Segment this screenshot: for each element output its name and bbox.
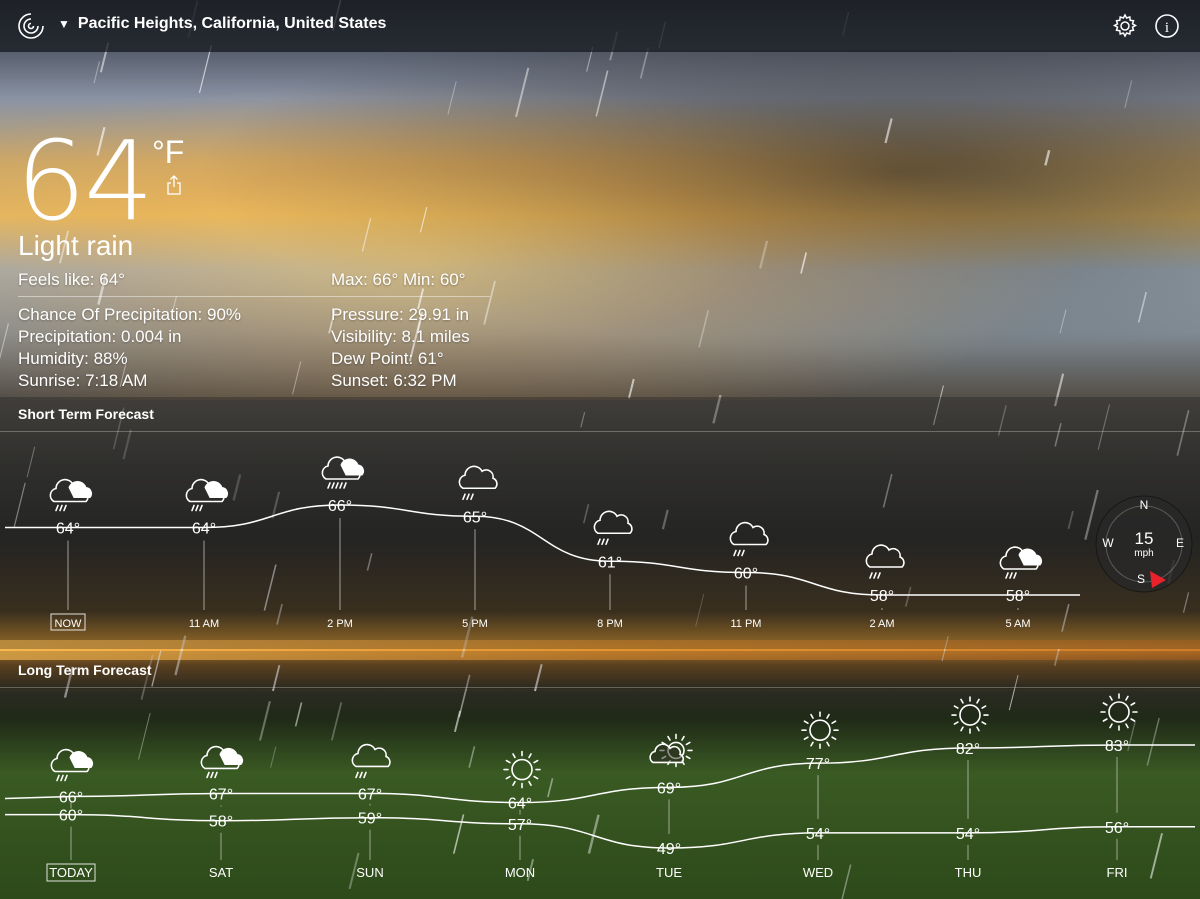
- short-term-temp-label: 64°: [192, 521, 216, 538]
- compass-s: S: [1137, 572, 1145, 586]
- detail-divider: [18, 296, 490, 297]
- precipitation: Precipitation: 0.004 in: [18, 327, 182, 346]
- low-temp-label: 54°: [806, 826, 830, 843]
- short-term-temp-label: 60°: [734, 566, 758, 583]
- short-term-time-label[interactable]: 2 AM: [869, 618, 894, 630]
- short-term-time-label[interactable]: 2 PM: [327, 618, 353, 630]
- cloud-sun-rain-icon: [999, 546, 1043, 579]
- day-label[interactable]: WED: [803, 865, 833, 880]
- svg-text:i: i: [1165, 20, 1169, 36]
- long-term-header: [0, 651, 1200, 689]
- short-term-temp-label: 58°: [870, 588, 894, 605]
- cloud-sun-heavy-rain-icon: [321, 456, 365, 489]
- humidity: Humidity: 88%: [18, 349, 128, 368]
- low-temp-label: 59°: [358, 811, 382, 828]
- short-term-chart[interactable]: 64° NOW 64° 11 AM 66° 2 PM 65° 5 PM 61° 8 PM 60° 11…: [0, 432, 1200, 642]
- short-term-temp-line: [5, 504, 1080, 596]
- compass-n: N: [1140, 498, 1149, 512]
- day-label[interactable]: FRI: [1107, 865, 1128, 880]
- high-temp-label: 64°: [508, 796, 532, 813]
- compass-e: E: [1176, 536, 1184, 550]
- short-term-time-label[interactable]: 11 PM: [731, 618, 762, 630]
- precip-chance: Chance Of Precipitation: 90%: [18, 305, 242, 324]
- short-term-temp-label: 65°: [463, 509, 487, 526]
- weather-app: ▼ Pacific Heights, California, United St…: [0, 0, 1200, 899]
- short-term-time-label[interactable]: NOW: [55, 618, 83, 630]
- day-label[interactable]: TUE: [656, 865, 682, 880]
- day-label[interactable]: MON: [505, 865, 535, 880]
- cloud-sun-rain-icon: [185, 478, 229, 512]
- low-temp-label: 54°: [956, 826, 980, 843]
- wind-compass[interactable]: N S W E 15 mph: [1094, 494, 1194, 594]
- current-condition: Light rain: [18, 230, 134, 261]
- cloud-sun-rain-icon: [50, 748, 94, 782]
- sunrise: Sunrise: 7:18 AM: [18, 371, 148, 390]
- high-temp-label: 77°: [806, 756, 830, 773]
- cloud-sun-rain-icon: [49, 478, 93, 512]
- max-min: Max: 66° Min: 60°: [331, 270, 466, 289]
- location-label: Pacific Heights, California, United Stat…: [77, 15, 387, 32]
- sun-icon: [951, 696, 989, 734]
- low-temp-line: [5, 813, 1195, 849]
- short-term-time-label[interactable]: 8 PM: [597, 618, 623, 630]
- high-temp-label: 69°: [657, 780, 681, 797]
- high-temp-label: 83°: [1105, 738, 1129, 755]
- cloud-rain-icon: [351, 743, 391, 779]
- app-logo-icon[interactable]: [16, 11, 46, 41]
- day-label[interactable]: THU: [955, 865, 982, 880]
- wind-speed: 15: [1135, 529, 1154, 548]
- long-term-title: Long Term Forecast: [18, 662, 152, 678]
- share-icon[interactable]: [166, 175, 182, 195]
- high-temp-label: 82°: [956, 741, 980, 758]
- sun-icon: [801, 711, 839, 749]
- temperature-unit[interactable]: °F: [152, 134, 184, 171]
- day-label[interactable]: SUN: [356, 865, 383, 880]
- day-label[interactable]: SAT: [209, 865, 233, 880]
- high-temp-label: 67°: [209, 786, 233, 803]
- wind-unit: mph: [1134, 548, 1153, 559]
- low-temp-label: 58°: [209, 814, 233, 831]
- high-temp-label: 67°: [358, 786, 382, 803]
- short-term-temp-label: 58°: [1006, 588, 1030, 605]
- low-temp-label: 49°: [657, 841, 681, 858]
- short-term-time-label[interactable]: 11 AM: [189, 618, 219, 630]
- long-term-chart[interactable]: 66°60° TODAY 67° 58° SAT 67° 59° SUN 64° 57° MON 69…: [0, 688, 1200, 893]
- pressure: Pressure: 29.91 in: [331, 305, 469, 324]
- info-icon[interactable]: i: [1154, 13, 1180, 39]
- low-temp-label: 57°: [508, 817, 532, 834]
- sunset: Sunset: 6:32 PM: [331, 371, 457, 390]
- cloud-rain-icon: [458, 465, 498, 501]
- cloud-rain-icon: [593, 510, 633, 546]
- cloud-sun-rain-icon: [200, 745, 244, 779]
- low-temp-label: 60°: [59, 808, 83, 825]
- dropdown-caret-icon: ▼: [58, 17, 70, 31]
- short-term-temp-label: 64°: [56, 521, 80, 538]
- settings-gear-icon[interactable]: [1112, 13, 1138, 39]
- low-temp-label: 56°: [1105, 820, 1129, 837]
- cloud-rain-icon: [865, 544, 905, 579]
- visibility: Visibility: 8.1 miles: [331, 327, 470, 346]
- location-selector[interactable]: ▼ Pacific Heights, California, United St…: [58, 15, 386, 33]
- short-term-title: Short Term Forecast: [18, 406, 154, 422]
- high-temp-line: [4, 744, 1195, 804]
- short-term-temp-label: 66°: [328, 498, 352, 515]
- sun-icon: [503, 750, 541, 789]
- high-temp-label: 66°: [59, 790, 83, 807]
- sun-icon: [1100, 693, 1138, 731]
- current-temperature: 64: [16, 117, 154, 245]
- sky-background: [0, 50, 1200, 400]
- cloud-rain-icon: [729, 521, 769, 557]
- top-bar: ▼ Pacific Heights, California, United St…: [0, 0, 1200, 52]
- dew-point: Dew Point: 61°: [331, 349, 444, 368]
- short-term-time-label[interactable]: 5 PM: [462, 618, 488, 630]
- compass-w: W: [1102, 536, 1114, 550]
- feels-like: Feels like: 64°: [18, 270, 125, 289]
- short-term-time-label[interactable]: 5 AM: [1005, 618, 1030, 630]
- short-term-temp-label: 61°: [598, 554, 622, 571]
- day-label[interactable]: TODAY: [49, 865, 93, 880]
- sun-cloud-icon: [649, 733, 693, 768]
